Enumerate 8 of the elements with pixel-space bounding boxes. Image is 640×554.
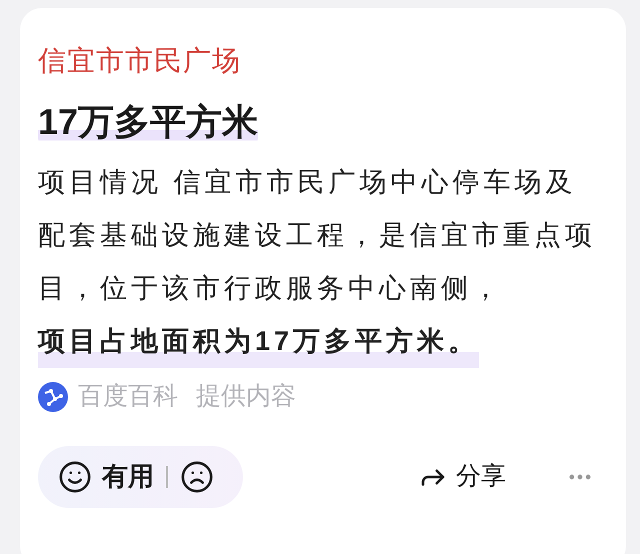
share-button[interactable]: 分享 [418,458,506,496]
encyclopedia-logo-icon [38,382,68,412]
description-paragraph: 项目情况 信宜市市民广场中心停车场及配套基础设施建设工程，是信宜市重点项目，位于该市行政服务中心南侧，项目占地面积为17万多平方米。 [38,156,600,368]
entity-title: 信宜市市民广场 [38,44,241,78]
smile-icon[interactable] [58,460,92,494]
source-note: 提供内容 [196,381,296,412]
useful-button[interactable]: 有用 [102,457,154,496]
frown-icon[interactable] [180,460,214,494]
